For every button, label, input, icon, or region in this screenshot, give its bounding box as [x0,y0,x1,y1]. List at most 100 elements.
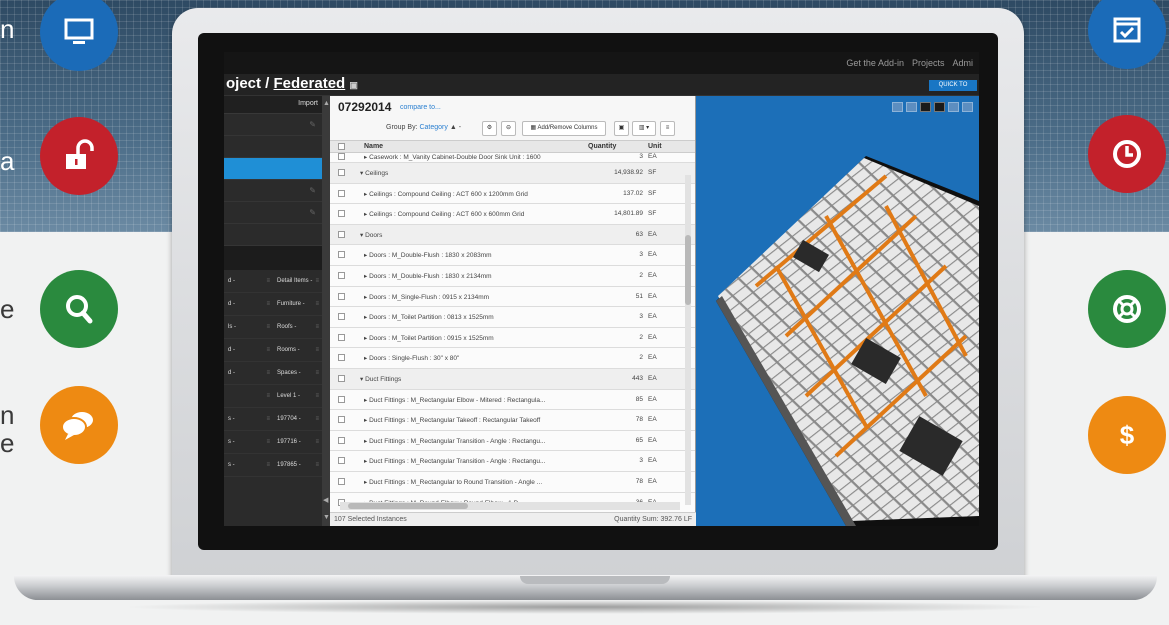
filter-roofs[interactable]: Roofs - ≡ [273,316,322,338]
left-panel-item[interactable] [224,224,322,246]
row-checkbox[interactable] [338,354,345,362]
table-row[interactable]: ▸ Ceilings : Compound Ceiling : ACT 600 … [330,183,695,205]
row-checkbox[interactable] [338,189,345,197]
get-addin-link[interactable]: Get the Add-in [846,58,904,68]
filter-cell[interactable]: d - ≡ [224,362,273,384]
breadcrumb-federated-link[interactable]: Federated [274,75,346,92]
row-checkbox[interactable] [338,374,345,382]
minus-icon[interactable]: ⊖ [501,121,516,136]
table-row[interactable]: ▸ Duct Fittings : M_Rectangular Takeoff … [330,410,695,431]
table-row[interactable]: ▸ Doors : Single-Flush : 30" x 80" 2 EA [330,348,695,369]
view-toggle-icon[interactable]: ▥ ▾ [632,121,656,136]
table-row[interactable]: ▸ Duct Fittings : M_Rectangular to Round… [330,471,695,493]
left-panel-item-active[interactable] [224,158,322,180]
scrollbar-thumb[interactable] [348,503,468,509]
left-panel-item[interactable]: ✎ [224,180,322,202]
filter-detail-items[interactable]: Detail Items - ≡ [273,270,322,292]
admin-link[interactable]: Admi [952,58,973,68]
list-icon[interactable]: ≡ [660,121,675,136]
breadcrumb: oject / Federated ▣ [226,75,358,92]
compare-link[interactable]: compare to... [400,104,441,111]
row-checkbox[interactable] [338,395,345,403]
row-checkbox[interactable] [338,313,345,321]
feature-text-4a: n [0,400,15,430]
row-checkbox[interactable] [338,271,345,279]
table-row[interactable]: ▸ Doors : M_Double-Flush : 1830 x 2083mm… [330,245,695,266]
row-checkbox[interactable] [338,436,345,444]
table-group-row[interactable]: ▾ Duct Fittings 443 EA [330,368,695,390]
scrollbar-thumb[interactable] [685,235,691,305]
row-checkbox[interactable] [338,210,345,218]
row-checkbox[interactable] [338,457,345,465]
edit-icon[interactable]: ✎ [309,208,316,217]
table-row[interactable]: ▸ Duct Fittings : M_Rectangular Transiti… [330,430,695,452]
table-row[interactable]: ▸ Doors : M_Toilet Partition : 0915 x 15… [330,327,695,349]
table-row[interactable]: ▸ Ceilings : Compound Ceiling : ACT 600 … [330,204,695,225]
row-checkbox[interactable] [338,230,345,238]
orbit-icon[interactable] [906,102,917,112]
vertical-scrollbar[interactable] [685,175,691,505]
row-checkbox[interactable] [338,416,345,424]
camera-icon[interactable] [920,102,931,112]
table-row[interactable]: ▸ Doors : M_Single-Flush : 0915 x 2134mm… [330,286,695,308]
row-checkbox[interactable] [338,251,345,259]
fullscreen-icon[interactable] [962,102,973,112]
collapse-left-icon[interactable]: ◀ [323,496,328,504]
left-panel-item[interactable]: ✎ [224,114,322,136]
settings-icon[interactable]: ⚙ [482,121,497,136]
row-checkbox[interactable] [338,292,345,300]
table-row[interactable]: ▸ Doors : M_Toilet Partition : 0813 x 15… [330,307,695,328]
table-row[interactable]: ▸ Doors : M_Double-Flush : 1830 x 2134mm… [330,265,695,287]
row-checkbox[interactable] [338,477,345,485]
left-panel-item[interactable]: ✎ [224,202,322,224]
dropdown-icon[interactable]: ▣ [349,80,358,90]
filter-rooms[interactable]: Rooms - ≡ [273,339,322,361]
row-name-text: Duct Fittings : M_Rectangular to Round T… [369,478,543,486]
table-row[interactable]: ▸ Duct Fittings : M_Rectangular Transiti… [330,451,695,472]
filter-cell[interactable]: ls - ≡ [224,316,273,338]
column-quantity[interactable]: Quantity [588,143,616,150]
filter-cell[interactable]: d - ≡ [224,293,273,315]
select-all-checkbox[interactable] [338,143,345,150]
filter-cell[interactable]: ≡ [224,385,273,407]
add-remove-columns-button[interactable]: ▦ Add/Remove Columns [522,121,606,136]
home-view-icon[interactable] [892,102,903,112]
filter-spaces[interactable]: Spaces - ≡ [273,362,322,384]
table-group-row[interactable]: ▾ Doors 63 EA [330,224,695,246]
3d-model-viewer[interactable] [696,96,979,526]
row-checkbox[interactable] [338,153,345,160]
filter-197716[interactable]: 197716 - ≡ [273,431,322,453]
table-row[interactable]: ▸ Casework : M_Vanity Cabinet-Double Doo… [330,153,695,163]
excel-icon[interactable]: ▣ [614,121,629,136]
filter-cell[interactable]: s - ≡ [224,454,273,476]
panel-collapse-strip[interactable]: ▲ ◀ ▼ [322,96,330,526]
filter-cell[interactable]: s - ≡ [224,408,273,430]
group-by-value[interactable]: Category [419,124,447,131]
column-unit[interactable]: Unit [648,143,662,150]
filter-furniture[interactable]: Furniture - ≡ [273,293,322,315]
fit-view-icon[interactable] [948,102,959,112]
group-by-control[interactable]: Group By: Category ▲ - [386,124,461,131]
filter-197865[interactable]: 197865 - ≡ [273,454,322,476]
filter-197704[interactable]: 197704 - ≡ [273,408,322,430]
collapse-down-icon[interactable]: ▼ [323,514,330,521]
table-row[interactable]: ▸ Duct Fittings : M_Rectangular Elbow - … [330,389,695,411]
horizontal-scrollbar[interactable] [340,502,680,510]
collapse-arrow-icon[interactable]: ▲ [323,100,330,107]
filter-level-1[interactable]: Level 1 - ≡ [273,385,322,407]
filter-label: Furniture [277,301,302,307]
column-name[interactable]: Name [364,143,383,150]
import-button[interactable]: Import [298,100,318,107]
row-checkbox[interactable] [338,169,345,176]
filter-cell[interactable]: d - ≡ [224,270,273,292]
projects-link[interactable]: Projects [912,58,945,68]
settings-view-icon[interactable] [934,102,945,112]
row-checkbox[interactable] [338,333,345,341]
quick-button[interactable]: QUICK TO [929,80,977,91]
edit-icon[interactable]: ✎ [309,186,316,195]
table-group-row[interactable]: ▾ Ceilings 14,938.92 SF [330,163,695,184]
left-panel-item[interactable] [224,136,322,158]
filter-cell[interactable]: s - ≡ [224,431,273,453]
filter-cell[interactable]: d - ≡ [224,339,273,361]
edit-icon[interactable]: ✎ [309,120,316,129]
